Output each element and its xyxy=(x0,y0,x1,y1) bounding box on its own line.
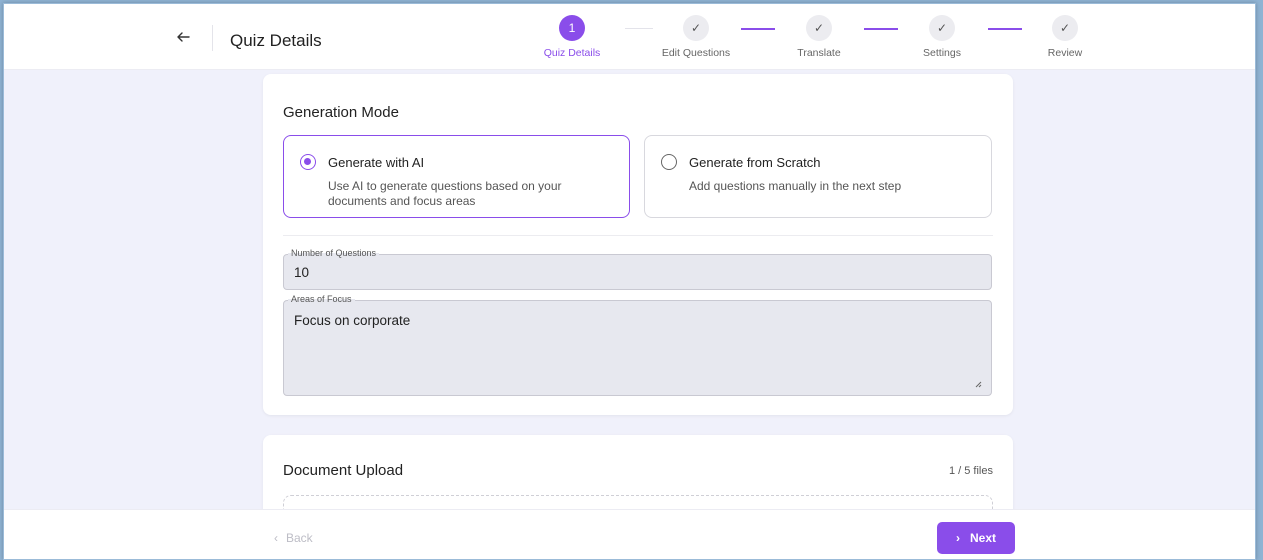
option-description: Use AI to generate questions based on yo… xyxy=(328,179,562,208)
back-label: Back xyxy=(286,531,313,545)
check-icon: ✓ xyxy=(929,15,955,41)
step-label: Quiz Details xyxy=(543,47,601,59)
step-settings[interactable]: ✓ Settings xyxy=(887,15,997,59)
number-of-questions-field[interactable]: Number of Questions 10 xyxy=(283,248,992,290)
next-button[interactable]: › Next xyxy=(937,522,1015,554)
step-review[interactable]: ✓ Review xyxy=(1010,15,1120,59)
field-value: Focus on corporate xyxy=(294,313,411,328)
next-label: Next xyxy=(969,531,996,545)
generate-from-scratch-option[interactable]: Generate from Scratch Add questions manu… xyxy=(644,135,992,218)
option-title: Generate with AI xyxy=(328,155,425,170)
back-button[interactable]: ‹ Back xyxy=(274,531,313,545)
option-description: Add questions manually in the next step xyxy=(689,179,902,193)
generation-mode-title: Generation Mode xyxy=(283,104,399,121)
back-arrow-icon[interactable] xyxy=(175,29,191,45)
step-label: Edit Questions xyxy=(661,47,731,59)
step-quiz-details[interactable]: 1 Quiz Details xyxy=(517,15,627,59)
step-label: Settings xyxy=(923,47,961,59)
field-label: Areas of Focus xyxy=(288,294,355,304)
step-edit-questions[interactable]: ✓ Edit Questions xyxy=(641,15,751,59)
check-icon: ✓ xyxy=(1052,15,1078,41)
divider xyxy=(283,235,993,236)
chevron-left-icon: ‹ xyxy=(274,531,278,545)
option-title: Generate from Scratch xyxy=(689,155,821,170)
check-icon: ✓ xyxy=(683,15,709,41)
radio-button[interactable] xyxy=(300,154,316,170)
step-number: 1 xyxy=(559,15,585,41)
top-bar: Quiz Details 1 Quiz Details ✓ Edit Quest… xyxy=(4,4,1255,70)
step-label: Translate xyxy=(797,47,841,59)
step-label: Review xyxy=(1047,47,1083,59)
resize-handle-icon[interactable] xyxy=(975,381,982,388)
footer-bar: ‹ Back › Next xyxy=(4,509,1255,559)
chevron-right-icon: › xyxy=(955,531,960,545)
field-label: Number of Questions xyxy=(288,248,380,258)
areas-of-focus-textarea[interactable]: Areas of Focus Focus on corporate xyxy=(283,294,992,396)
field-value: 10 xyxy=(294,265,310,280)
document-upload-title: Document Upload xyxy=(283,462,404,479)
check-icon: ✓ xyxy=(806,15,832,41)
radio-button[interactable] xyxy=(661,154,677,170)
header-divider xyxy=(212,25,213,51)
app-window: Quiz Details 1 Quiz Details ✓ Edit Quest… xyxy=(3,3,1256,560)
step-translate[interactable]: ✓ Translate xyxy=(764,15,874,59)
file-count: 1 / 5 files xyxy=(948,465,993,477)
page-title: Quiz Details xyxy=(230,31,322,50)
generation-mode-card: Generation Mode Generate with AI Use AI … xyxy=(263,74,1013,415)
generate-with-ai-option[interactable]: Generate with AI Use AI to generate ques… xyxy=(283,135,630,218)
